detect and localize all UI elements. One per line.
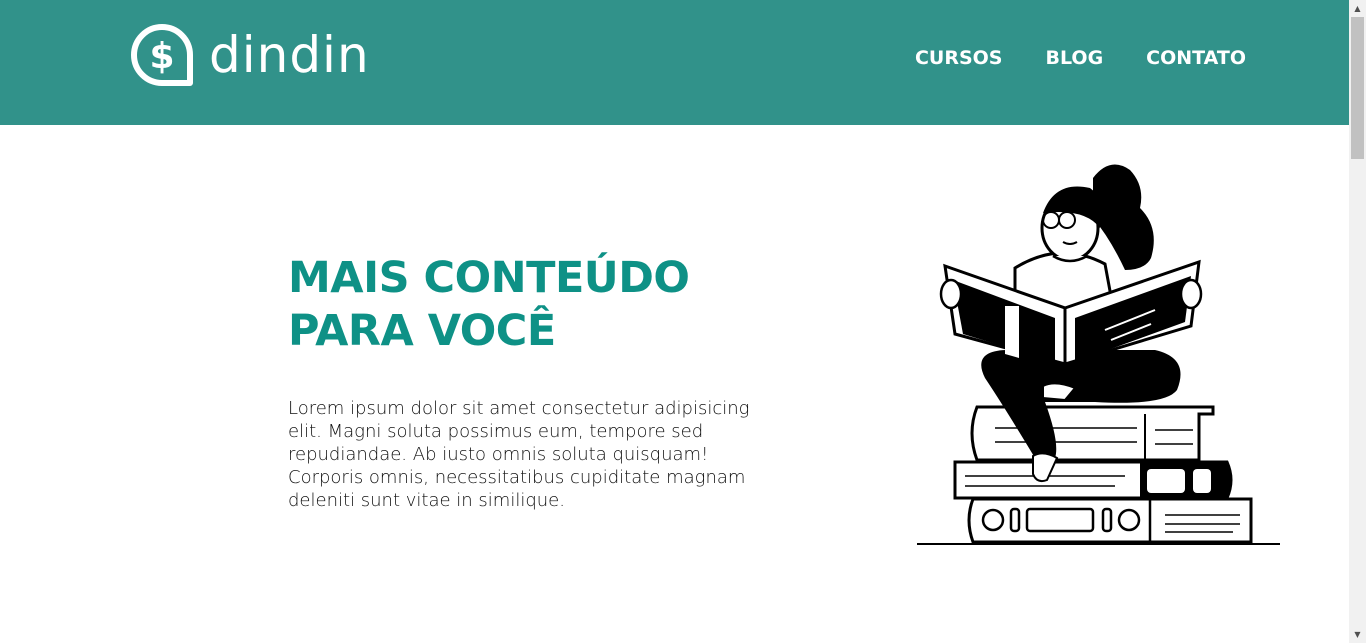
girl-reading-on-books-illustration xyxy=(917,164,1280,545)
scrollbar-thumb[interactable] xyxy=(1351,17,1364,159)
brand-name: dindin xyxy=(209,26,370,84)
hero-description: Lorem ipsum dolor sit amet consectetur a… xyxy=(288,398,750,511)
nav-link-blog[interactable]: BLOG xyxy=(1046,47,1104,69)
hero-title-line-2: PARA VOCÊ xyxy=(288,306,556,356)
main-nav: CURSOS BLOG CONTATO xyxy=(872,47,1246,69)
scroll-down-arrow-icon[interactable]: ▼ xyxy=(1349,626,1366,643)
page-scrollbar[interactable]: ▲ ▼ xyxy=(1349,0,1366,643)
scroll-up-arrow-icon[interactable]: ▲ xyxy=(1349,0,1366,17)
nav-link-contato[interactable]: CONTATO xyxy=(1146,47,1246,69)
svg-text:$: $ xyxy=(149,36,174,77)
dollar-chat-bubble-icon: $ xyxy=(131,24,193,86)
nav-link-cursos[interactable]: CURSOS xyxy=(915,47,1003,69)
hero-title-line-1: MAIS CONTEÚDO xyxy=(288,253,690,303)
site-header: $ dindin CURSOS BLOG CONTATO xyxy=(0,0,1349,125)
logo[interactable]: $ dindin xyxy=(129,22,370,88)
hero-title: MAIS CONTEÚDO PARA VOCÊ xyxy=(288,252,748,358)
